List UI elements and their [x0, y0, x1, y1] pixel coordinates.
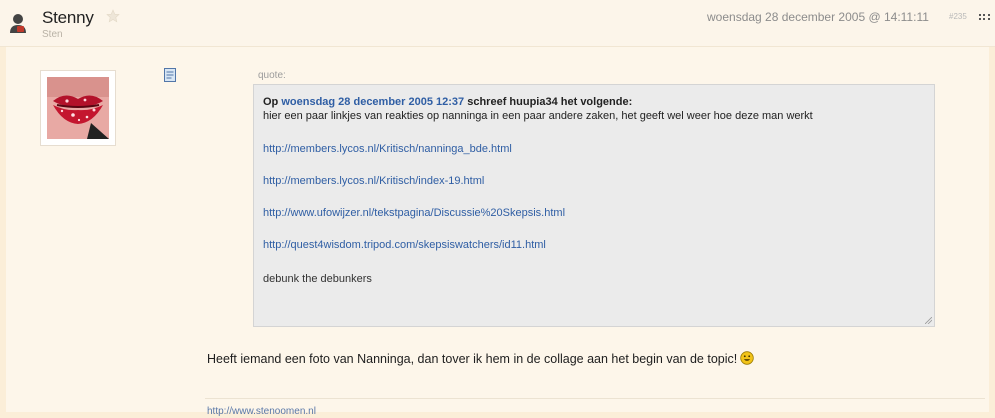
- username[interactable]: Stenny: [42, 8, 94, 28]
- edit-icon[interactable]: [164, 68, 176, 82]
- quote-date-link[interactable]: woensdag 28 december 2005 12:37: [281, 96, 464, 108]
- smiley-icon: [740, 351, 754, 365]
- quote-link[interactable]: http://www.ufowijzer.nl/tekstpagina/Disc…: [263, 206, 922, 220]
- quote-head-prefix: Op: [263, 96, 282, 108]
- resize-handle-icon[interactable]: [925, 317, 932, 324]
- quote-text: hier een paar linkjes van reakties op na…: [263, 110, 813, 122]
- signature-link[interactable]: http://www.stenoomen.nl: [207, 406, 316, 417]
- post-header: Stenny Sten woensdag 28 december 2005 @ …: [0, 0, 995, 47]
- post-date: woensdag 28 december 2005 @ 14:11:11: [707, 10, 929, 24]
- user-title: Sten: [42, 29, 63, 40]
- quote-link[interactable]: http://members.lycos.nl/Kritisch/index-1…: [263, 174, 922, 188]
- avatar[interactable]: [40, 70, 116, 146]
- quote-header: Op woensdag 28 december 2005 12:37 schre…: [263, 95, 922, 109]
- avatar-image: [47, 77, 109, 139]
- menu-icon[interactable]: [979, 12, 993, 22]
- quote-label: quote:: [258, 70, 286, 81]
- quote-box: Op woensdag 28 december 2005 12:37 schre…: [253, 84, 935, 327]
- quote-head-suffix: schreef huupia34 het volgende:: [464, 96, 633, 108]
- star-icon[interactable]: [106, 9, 120, 23]
- user-icon[interactable]: [8, 12, 28, 34]
- quote-link[interactable]: http://members.lycos.nl/Kritisch/nanning…: [263, 142, 922, 156]
- post-message: Heeft iemand een foto van Nanninga, dan …: [207, 351, 754, 366]
- quote-link[interactable]: http://quest4wisdom.tripod.com/skepsiswa…: [263, 238, 922, 252]
- signature-divider: [205, 398, 985, 399]
- message-text: Heeft iemand een foto van Nanninga, dan …: [207, 352, 738, 366]
- post-number[interactable]: #235: [949, 12, 967, 21]
- post-container: Stenny Sten woensdag 28 december 2005 @ …: [0, 0, 995, 418]
- quote-footer: debunk the debunkers: [263, 273, 372, 285]
